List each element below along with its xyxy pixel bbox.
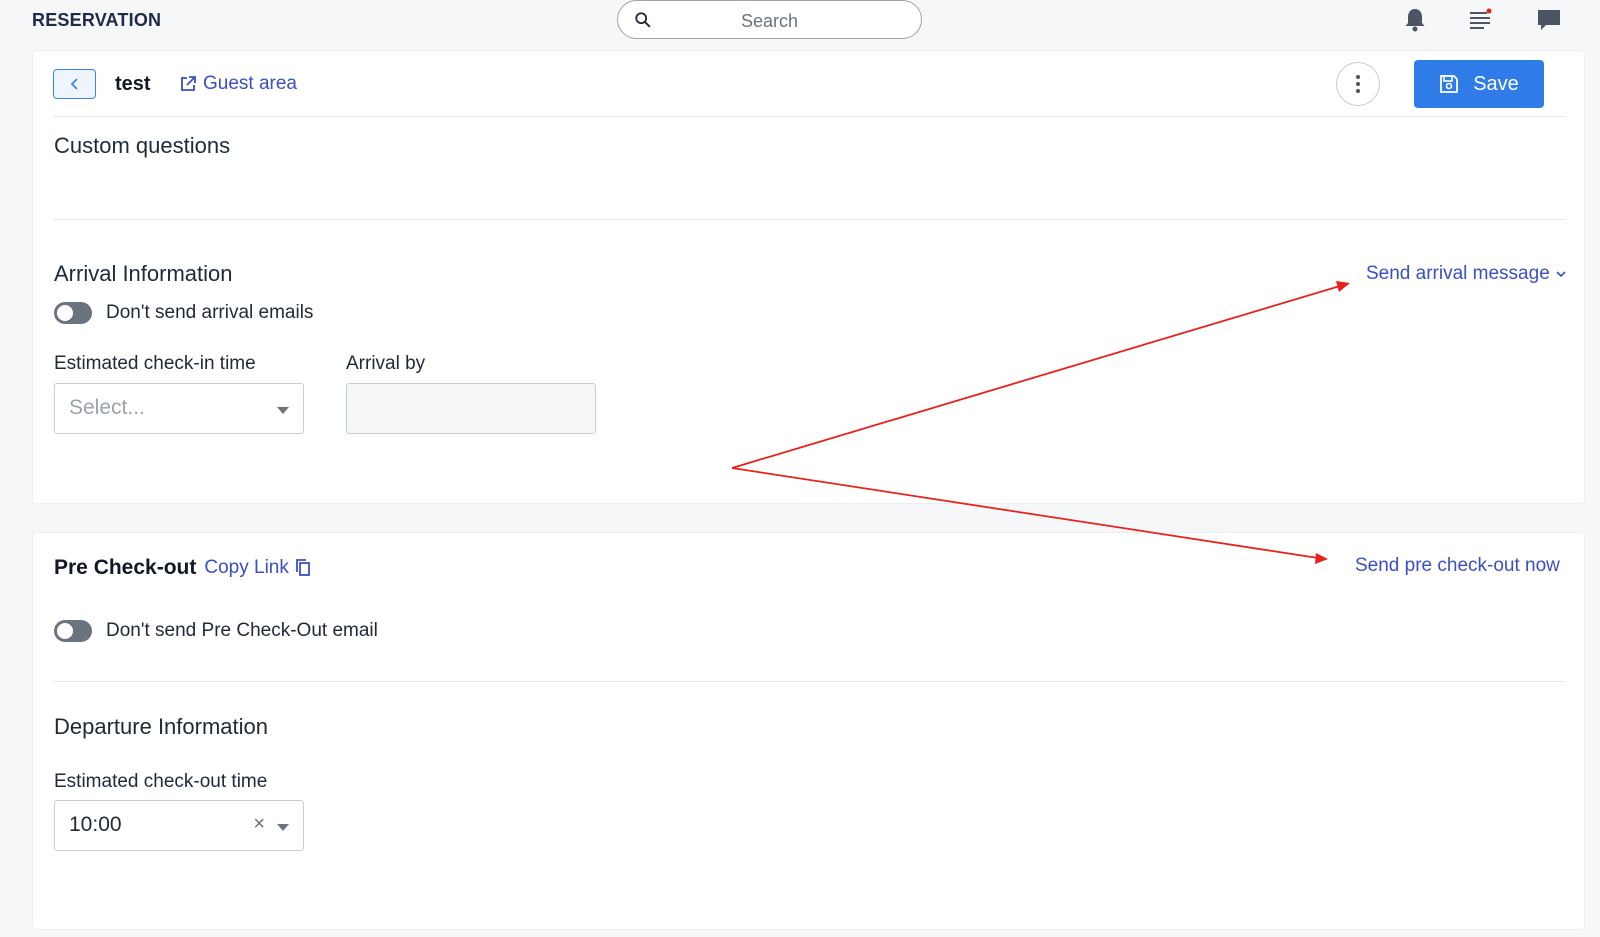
checkout-time-value: 10:00 (69, 813, 122, 836)
arrival-email-toggle[interactable] (54, 302, 92, 324)
chevron-down-icon (1556, 271, 1566, 278)
pre-checkout-email-toggle-label: Don't send Pre Check-Out email (106, 620, 378, 641)
chat-icon[interactable] (1535, 6, 1563, 34)
custom-questions-title: Custom questions (54, 133, 231, 158)
arrival-by-label: Arrival by (346, 353, 426, 374)
clear-icon[interactable]: × (253, 813, 265, 836)
send-arrival-message-label: Send arrival message (1366, 263, 1550, 284)
save-button[interactable]: Save (1414, 60, 1544, 108)
arrival-email-toggle-row: Don't send arrival emails (54, 302, 313, 324)
caret-down-icon (277, 407, 289, 414)
search-input[interactable]: Search (617, 0, 922, 39)
chevron-left-icon (70, 78, 78, 90)
departure-info-title: Departure Information (54, 714, 268, 739)
arrival-by-input[interactable] (346, 383, 596, 434)
checkin-time-select[interactable]: Select... (54, 383, 304, 434)
copy-link-label: Copy Link (204, 557, 289, 578)
bell-icon[interactable] (1401, 6, 1429, 34)
send-pre-checkout-now-link[interactable]: Send pre check-out now (1355, 555, 1560, 577)
external-link-icon (181, 76, 196, 91)
checkin-time-placeholder: Select... (69, 396, 145, 419)
send-arrival-message-link[interactable]: Send arrival message (1366, 263, 1566, 285)
caret-down-icon (277, 824, 289, 831)
guest-area-label: Guest area (203, 73, 297, 94)
vertical-dots-icon (1356, 75, 1360, 93)
copy-icon (295, 559, 310, 576)
reservation-header: test Guest area Save (33, 51, 1584, 117)
guest-area-link[interactable]: Guest area (179, 73, 297, 95)
pre-checkout-email-toggle-row: Don't send Pre Check-Out email (54, 620, 378, 642)
copy-link-button[interactable]: Copy Link (204, 557, 311, 579)
checkout-time-select[interactable]: 10:00 × (54, 800, 304, 851)
arrival-email-toggle-label: Don't send arrival emails (106, 302, 314, 323)
pre-checkout-email-toggle[interactable] (54, 620, 92, 642)
header-divider (53, 116, 1564, 117)
checkout-time-label: Estimated check-out time (54, 771, 268, 792)
reservation-card: test Guest area Save Custom questions Ar… (32, 50, 1585, 504)
save-label: Save (1473, 72, 1519, 95)
search-placeholder: Search (740, 11, 799, 31)
pre-checkout-card: Pre Check-out Copy Link Send pre check-o… (32, 532, 1585, 930)
pre-checkout-header: Pre Check-out Copy Link (54, 556, 311, 580)
reservation-name: test (115, 73, 151, 95)
section-divider (53, 219, 1564, 220)
checkin-time-label: Estimated check-in time (54, 353, 256, 374)
pre-checkout-divider (53, 681, 1564, 682)
floppy-disk-icon (1440, 75, 1459, 93)
arrival-info-title: Arrival Information (54, 261, 233, 286)
top-bar: RESERVATION Search (0, 0, 1600, 48)
pre-checkout-title: Pre Check-out (54, 556, 197, 579)
more-options-button[interactable] (1336, 62, 1380, 106)
app-title: RESERVATION (32, 10, 162, 30)
task-list-icon[interactable] (1466, 6, 1494, 34)
back-button[interactable] (53, 69, 96, 99)
